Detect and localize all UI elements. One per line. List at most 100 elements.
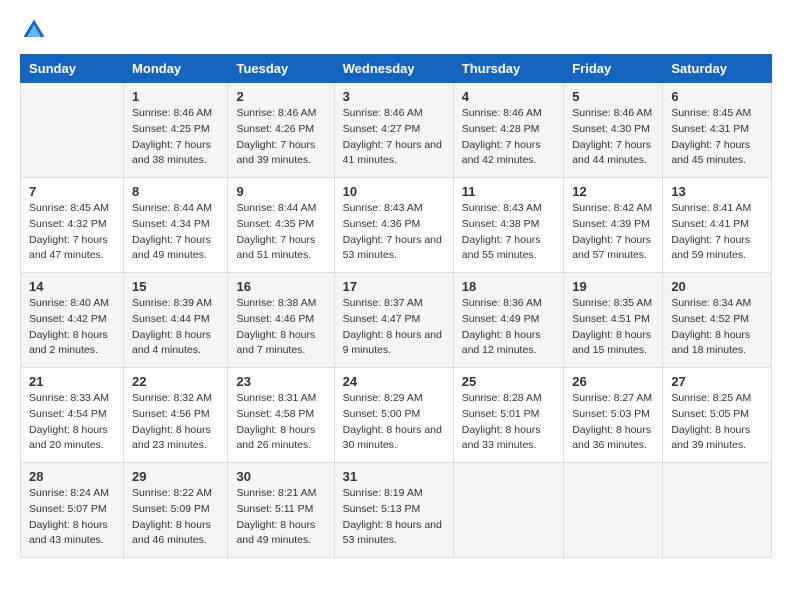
calendar-cell: 5 Sunrise: 8:46 AMSunset: 4:30 PMDaylight… <box>564 83 663 178</box>
calendar-cell: 17 Sunrise: 8:37 AMSunset: 4:47 PMDayligh… <box>334 273 453 368</box>
page-header <box>20 16 772 44</box>
header-cell-thursday: Thursday <box>453 55 563 83</box>
day-info: Sunrise: 8:28 AMSunset: 5:01 PMDaylight:… <box>462 391 555 454</box>
day-info: Sunrise: 8:27 AMSunset: 5:03 PMDaylight:… <box>572 391 654 454</box>
header-cell-saturday: Saturday <box>663 55 772 83</box>
calendar-week-4: 28Sunrise: 8:24 AMSunset: 5:07 PMDayligh… <box>21 463 772 558</box>
calendar-cell: 24Sunrise: 8:29 AMSunset: 5:00 PMDayligh… <box>334 368 453 463</box>
calendar-cell: 30Sunrise: 8:21 AMSunset: 5:11 PMDayligh… <box>228 463 334 558</box>
day-number: 8 <box>132 184 219 199</box>
logo <box>20 16 52 44</box>
day-info: Sunrise: 8:37 AMSunset: 4:47 PMDaylight:… <box>343 296 445 359</box>
day-number: 31 <box>343 469 445 484</box>
day-info: Sunrise: 8:22 AMSunset: 5:09 PMDaylight:… <box>132 486 219 549</box>
calendar-cell: 1Sunrise: 8:46 AMSunset: 4:25 PMDaylight… <box>124 83 228 178</box>
day-number: 14 <box>29 279 115 294</box>
day-info: Sunrise: 8:31 AMSunset: 4:58 PMDaylight:… <box>236 391 325 454</box>
day-number: 19 <box>572 279 654 294</box>
day-info: Sunrise: 8:46 AMSunset: 4:30 PMDaylight:… <box>572 106 654 169</box>
day-info: Sunrise: 8:44 AMSunset: 4:34 PMDaylight:… <box>132 201 219 264</box>
calendar-cell: 22 Sunrise: 8:32 AMSunset: 4:56 PMDayligh… <box>124 368 228 463</box>
calendar-cell: 3 Sunrise: 8:46 AMSunset: 4:27 PMDaylight… <box>334 83 453 178</box>
calendar-cell: 21 Sunrise: 8:33 AMSunset: 4:54 PMDayligh… <box>21 368 124 463</box>
day-number: 13 <box>671 184 763 199</box>
day-number: 24 <box>343 374 445 389</box>
day-number: 4 <box>462 89 555 104</box>
day-info: Sunrise: 8:46 AMSunset: 4:27 PMDaylight:… <box>343 106 445 169</box>
day-number: 17 <box>343 279 445 294</box>
header-cell-friday: Friday <box>564 55 663 83</box>
header-cell-monday: Monday <box>124 55 228 83</box>
calendar-cell: 18Sunrise: 8:36 AMSunset: 4:49 PMDayligh… <box>453 273 563 368</box>
day-info: Sunrise: 8:46 AMSunset: 4:26 PMDaylight:… <box>236 106 325 169</box>
calendar-body: 1Sunrise: 8:46 AMSunset: 4:25 PMDaylight… <box>21 83 772 558</box>
calendar-table: SundayMondayTuesdayWednesdayThursdayFrid… <box>20 54 772 558</box>
day-number: 11 <box>462 184 555 199</box>
day-number: 18 <box>462 279 555 294</box>
calendar-cell <box>564 463 663 558</box>
day-info: Sunrise: 8:34 AMSunset: 4:52 PMDaylight:… <box>671 296 763 359</box>
day-info: Sunrise: 8:42 AMSunset: 4:39 PMDaylight:… <box>572 201 654 264</box>
calendar-cell: 23 Sunrise: 8:31 AMSunset: 4:58 PMDayligh… <box>228 368 334 463</box>
day-info: Sunrise: 8:41 AMSunset: 4:41 PMDaylight:… <box>671 201 763 264</box>
calendar-cell: 13 Sunrise: 8:41 AMSunset: 4:41 PMDayligh… <box>663 178 772 273</box>
day-number: 25 <box>462 374 555 389</box>
day-number: 9 <box>236 184 325 199</box>
day-info: Sunrise: 8:33 AMSunset: 4:54 PMDaylight:… <box>29 391 115 454</box>
calendar-cell: 2 Sunrise: 8:46 AMSunset: 4:26 PMDaylight… <box>228 83 334 178</box>
day-info: Sunrise: 8:46 AMSunset: 4:28 PMDaylight:… <box>462 106 555 169</box>
day-info: Sunrise: 8:45 AMSunset: 4:32 PMDaylight:… <box>29 201 115 264</box>
day-number: 12 <box>572 184 654 199</box>
day-number: 23 <box>236 374 325 389</box>
day-number: 22 <box>132 374 219 389</box>
calendar-cell: 28Sunrise: 8:24 AMSunset: 5:07 PMDayligh… <box>21 463 124 558</box>
day-info: Sunrise: 8:45 AMSunset: 4:31 PMDaylight:… <box>671 106 763 169</box>
day-number: 3 <box>343 89 445 104</box>
calendar-cell: 19 Sunrise: 8:35 AMSunset: 4:51 PMDayligh… <box>564 273 663 368</box>
day-info: Sunrise: 8:44 AMSunset: 4:35 PMDaylight:… <box>236 201 325 264</box>
calendar-cell: 16 Sunrise: 8:38 AMSunset: 4:46 PMDayligh… <box>228 273 334 368</box>
calendar-week-2: 14Sunrise: 8:40 AMSunset: 4:42 PMDayligh… <box>21 273 772 368</box>
day-number: 7 <box>29 184 115 199</box>
calendar-cell <box>663 463 772 558</box>
logo-icon <box>20 16 48 44</box>
calendar-week-3: 21 Sunrise: 8:33 AMSunset: 4:54 PMDayligh… <box>21 368 772 463</box>
day-number: 2 <box>236 89 325 104</box>
day-info: Sunrise: 8:38 AMSunset: 4:46 PMDaylight:… <box>236 296 325 359</box>
day-number: 5 <box>572 89 654 104</box>
day-number: 1 <box>132 89 219 104</box>
day-info: Sunrise: 8:43 AMSunset: 4:36 PMDaylight:… <box>343 201 445 264</box>
calendar-cell: 25 Sunrise: 8:28 AMSunset: 5:01 PMDayligh… <box>453 368 563 463</box>
calendar-week-1: 7 Sunrise: 8:45 AMSunset: 4:32 PMDaylight… <box>21 178 772 273</box>
day-number: 16 <box>236 279 325 294</box>
calendar-cell <box>21 83 124 178</box>
calendar-cell: 20Sunrise: 8:34 AMSunset: 4:52 PMDayligh… <box>663 273 772 368</box>
day-number: 26 <box>572 374 654 389</box>
calendar-week-0: 1Sunrise: 8:46 AMSunset: 4:25 PMDaylight… <box>21 83 772 178</box>
day-number: 10 <box>343 184 445 199</box>
day-info: Sunrise: 8:35 AMSunset: 4:51 PMDaylight:… <box>572 296 654 359</box>
day-number: 27 <box>671 374 763 389</box>
calendar-cell: 4 Sunrise: 8:46 AMSunset: 4:28 PMDaylight… <box>453 83 563 178</box>
day-info: Sunrise: 8:24 AMSunset: 5:07 PMDaylight:… <box>29 486 115 549</box>
day-info: Sunrise: 8:43 AMSunset: 4:38 PMDaylight:… <box>462 201 555 264</box>
calendar-header: SundayMondayTuesdayWednesdayThursdayFrid… <box>21 55 772 83</box>
header-cell-sunday: Sunday <box>21 55 124 83</box>
calendar-cell: 8 Sunrise: 8:44 AMSunset: 4:34 PMDaylight… <box>124 178 228 273</box>
calendar-cell: 11 Sunrise: 8:43 AMSunset: 4:38 PMDayligh… <box>453 178 563 273</box>
day-info: Sunrise: 8:19 AMSunset: 5:13 PMDaylight:… <box>343 486 445 549</box>
header-cell-wednesday: Wednesday <box>334 55 453 83</box>
calendar-cell: 31 Sunrise: 8:19 AMSunset: 5:13 PMDayligh… <box>334 463 453 558</box>
calendar-cell: 29Sunrise: 8:22 AMSunset: 5:09 PMDayligh… <box>124 463 228 558</box>
calendar-cell <box>453 463 563 558</box>
calendar-cell: 14Sunrise: 8:40 AMSunset: 4:42 PMDayligh… <box>21 273 124 368</box>
calendar-cell: 9 Sunrise: 8:44 AMSunset: 4:35 PMDaylight… <box>228 178 334 273</box>
header-cell-tuesday: Tuesday <box>228 55 334 83</box>
calendar-cell: 26 Sunrise: 8:27 AMSunset: 5:03 PMDayligh… <box>564 368 663 463</box>
day-number: 21 <box>29 374 115 389</box>
day-number: 30 <box>236 469 325 484</box>
calendar-cell: 27Sunrise: 8:25 AMSunset: 5:05 PMDayligh… <box>663 368 772 463</box>
day-info: Sunrise: 8:32 AMSunset: 4:56 PMDaylight:… <box>132 391 219 454</box>
day-number: 6 <box>671 89 763 104</box>
calendar-cell: 7 Sunrise: 8:45 AMSunset: 4:32 PMDaylight… <box>21 178 124 273</box>
